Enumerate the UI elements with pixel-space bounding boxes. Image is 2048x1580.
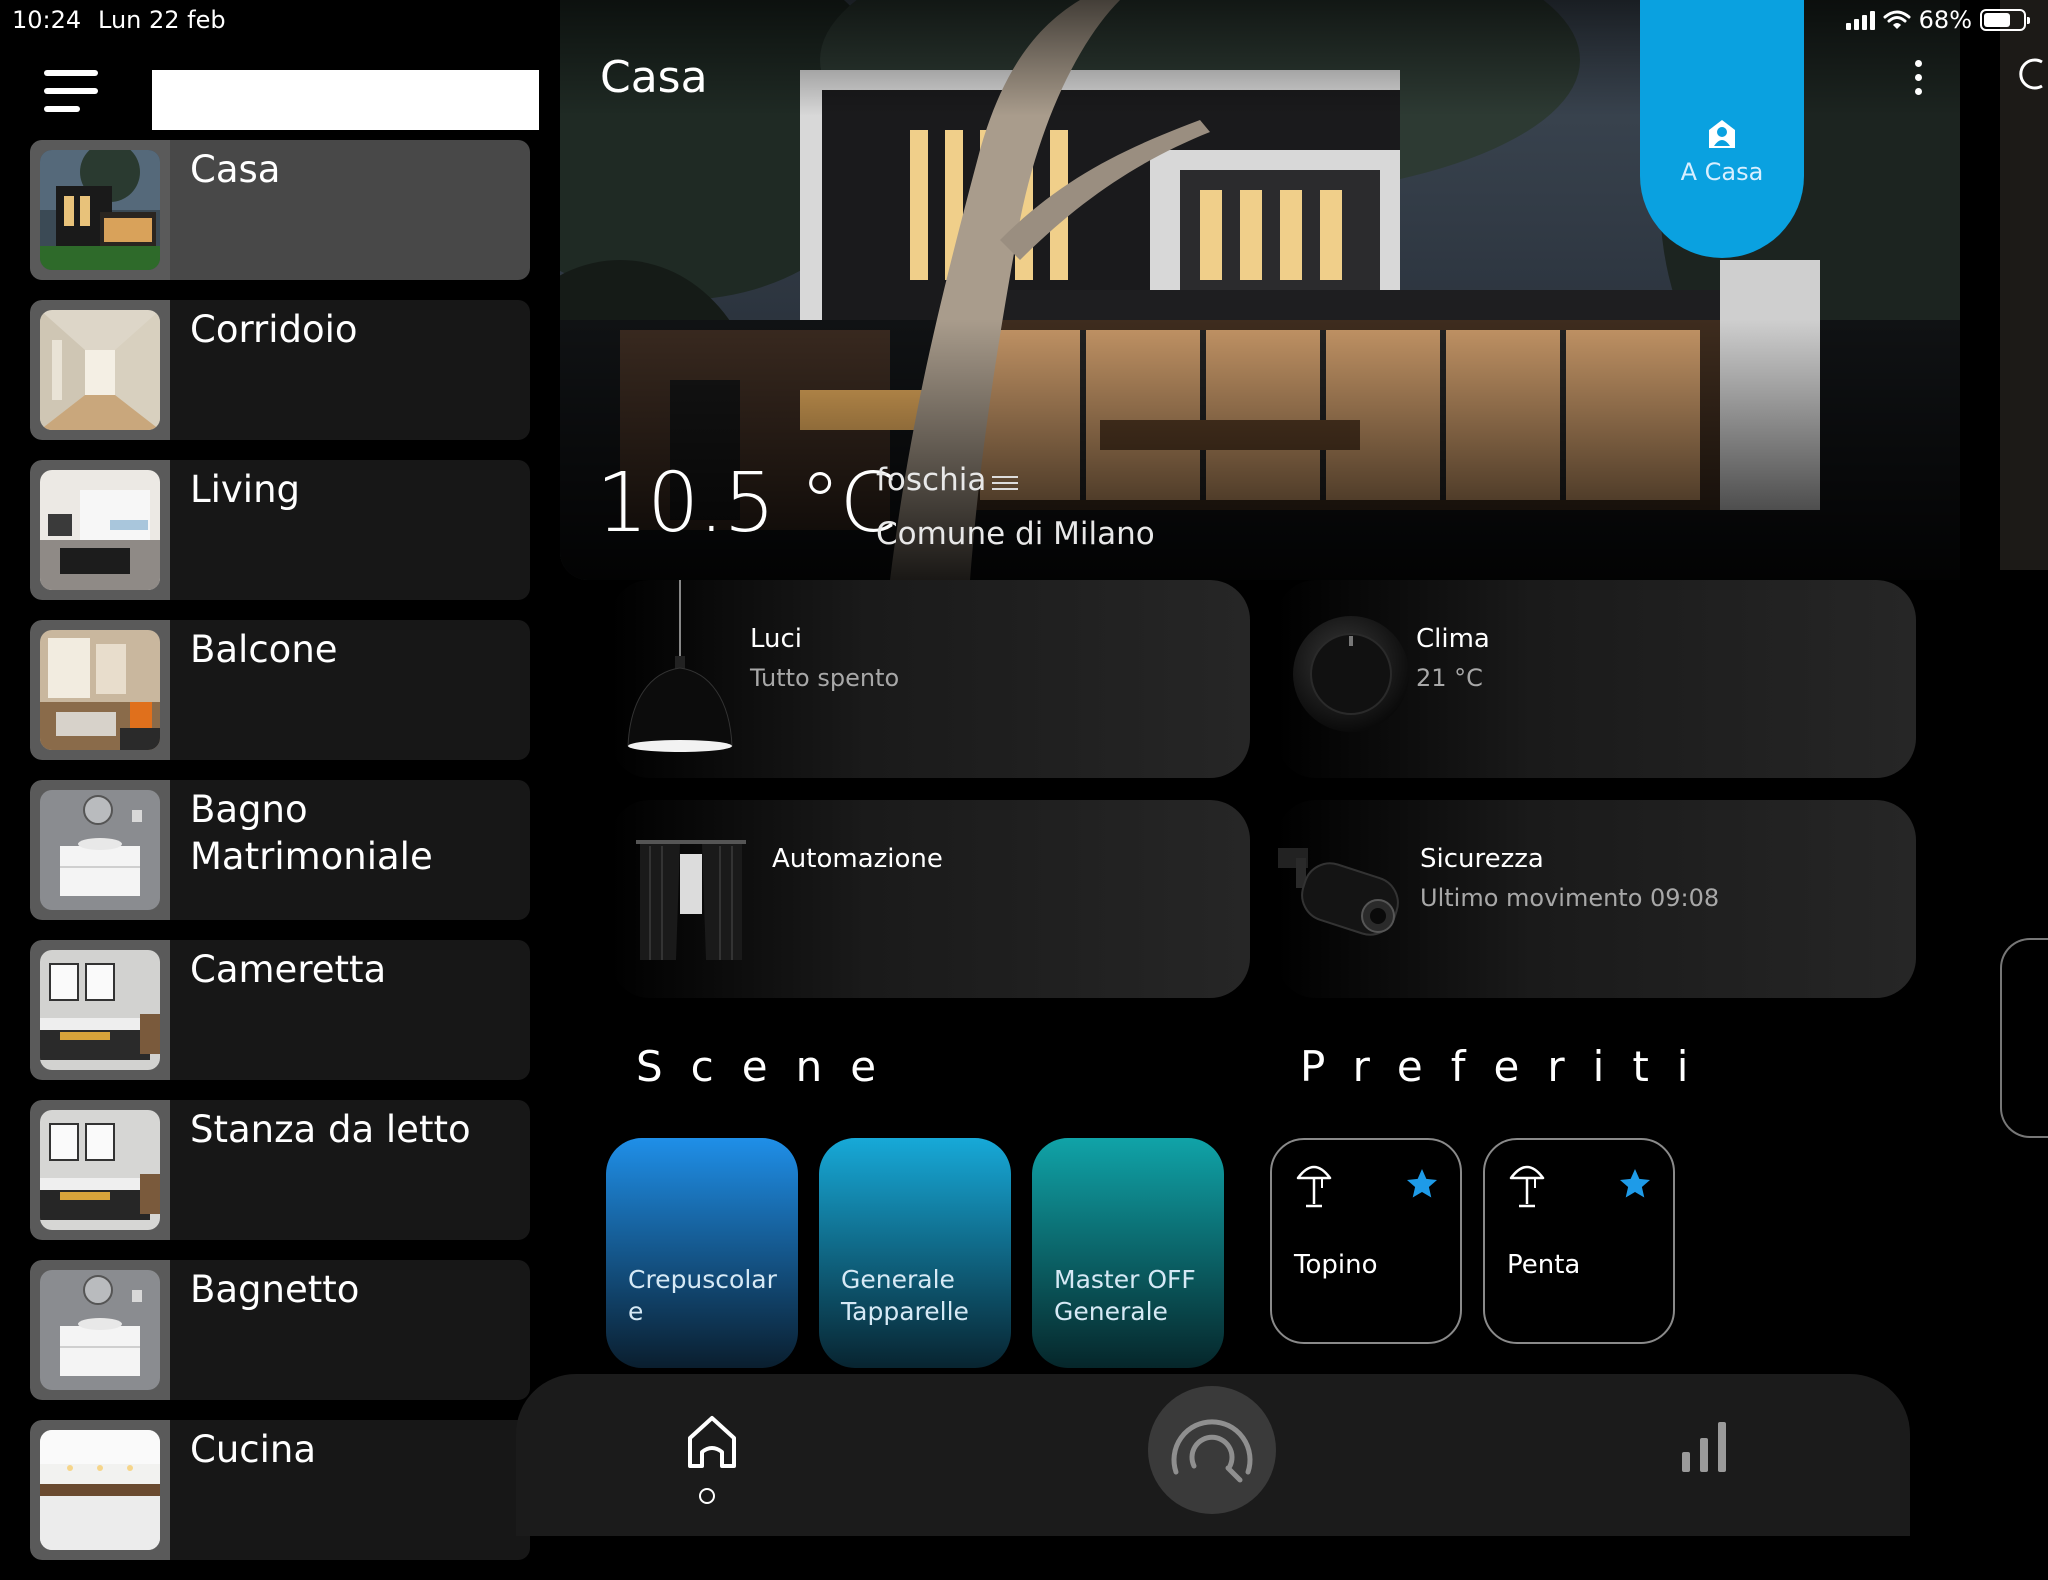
active-indicator: [699, 1488, 715, 1504]
room-name: Living: [190, 468, 301, 511]
hamburger-menu-icon[interactable]: [44, 70, 98, 114]
next-page-peek: [1998, 0, 2048, 1536]
tile-automation[interactable]: Automazione: [610, 800, 1250, 998]
fog-icon: [992, 476, 1018, 494]
room-thumbnail: [40, 310, 160, 430]
tile-climate[interactable]: Clima 21 °C: [1276, 580, 1916, 778]
status-bar: 10:24 Lun 22 feb 68%: [0, 0, 2048, 40]
room-item-cucina[interactable]: Cucina: [30, 1420, 530, 1560]
cellular-signal-icon: [1845, 10, 1875, 30]
scene-label: Master OFF Generale: [1054, 1265, 1196, 1326]
room-thumbnail: [40, 950, 160, 1070]
star-icon[interactable]: [1617, 1166, 1653, 1202]
room-name: Corridoio: [190, 308, 358, 351]
room-name: Balcone: [190, 628, 338, 671]
home-nav-icon[interactable]: [686, 1414, 738, 1494]
scene-label: Generale Tapparelle: [841, 1265, 969, 1326]
room-item-bagno-matrimoniale[interactable]: Bagno Matrimoniale: [30, 780, 530, 920]
scene-card-generale-tapparelle[interactable]: Generale Tapparelle: [819, 1138, 1011, 1368]
more-options-icon[interactable]: [1912, 58, 1924, 98]
home-person-icon: [1709, 120, 1735, 148]
pendant-lamp-icon: [627, 580, 733, 752]
scene-card-master-off-generale[interactable]: Master OFF Generale: [1032, 1138, 1224, 1368]
scenes-section-title: Scene: [636, 1042, 905, 1091]
search-input[interactable]: [152, 70, 539, 130]
favorite-label: Topino: [1294, 1250, 1378, 1280]
center-action-button[interactable]: [1148, 1386, 1276, 1514]
scene-card-crepuscolare[interactable]: Crepuscolar e: [606, 1138, 798, 1368]
room-thumbnail: [40, 150, 160, 270]
status-indicators: 68%: [1845, 6, 2030, 34]
favorites-section-title: Preferiti: [1300, 1042, 1717, 1091]
room-name: Cameretta: [190, 948, 387, 991]
room-name: Stanza da letto: [190, 1108, 471, 1151]
tile-subtitle: Tutto spento: [750, 664, 900, 692]
tile-title: Luci: [750, 624, 803, 654]
room-name: Bagnetto: [190, 1268, 360, 1311]
scene-label: Crepuscolar e: [628, 1265, 777, 1326]
room-name: Bagno Matrimoniale: [190, 788, 433, 878]
weather-condition: foschia: [876, 462, 987, 498]
room-name: Casa: [190, 148, 281, 191]
room-thumbnail: [40, 630, 160, 750]
room-list: Casa Corridoio Living Balcone Bagno Matr…: [30, 140, 530, 1580]
bottom-navigation: [516, 1374, 1910, 1536]
wifi-icon: [1883, 10, 1911, 29]
outdoor-temperature: 10.5 °C: [596, 456, 897, 551]
status-time: 10:24: [12, 6, 82, 34]
tile-title: Automazione: [772, 844, 943, 874]
hero-banner: Casa A Casa 10.5 °C foschia Comune di Mi…: [560, 0, 1960, 580]
tile-title: Clima: [1416, 624, 1490, 654]
star-icon[interactable]: [1404, 1166, 1440, 1202]
room-thumbnail: [40, 1430, 160, 1550]
room-item-balcone[interactable]: Balcone: [30, 620, 530, 760]
page-title: Casa: [600, 52, 708, 103]
room-name: Cucina: [190, 1428, 317, 1471]
table-lamp-icon: [1296, 1165, 1332, 1208]
presence-label: A Casa: [1680, 158, 1764, 186]
favorite-card-topino[interactable]: Topino: [1270, 1138, 1462, 1344]
room-item-corridoio[interactable]: Corridoio: [30, 300, 530, 440]
favorite-card-penta[interactable]: Penta: [1483, 1138, 1675, 1344]
main-panel: Casa A Casa 10.5 °C foschia Comune di Mi…: [560, 0, 1960, 1536]
room-item-bagnetto[interactable]: Bagnetto: [30, 1260, 530, 1400]
tile-subtitle: Ultimo movimento 09:08: [1420, 884, 1720, 912]
next-page-card: [2000, 938, 2048, 1138]
room-thumbnail: [40, 1110, 160, 1230]
room-thumbnail: [40, 470, 160, 590]
room-item-cameretta[interactable]: Cameretta: [30, 940, 530, 1080]
status-date: Lun 22 feb: [98, 6, 226, 34]
stats-icon[interactable]: [1678, 1418, 1734, 1474]
curtain-icon: [636, 840, 746, 960]
room-item-living[interactable]: Living: [30, 460, 530, 600]
room-thumbnail: [40, 790, 160, 910]
weather-location: Comune di Milano: [876, 516, 1155, 552]
favorite-label: Penta: [1507, 1250, 1581, 1280]
security-camera-icon: [1278, 848, 1399, 936]
sidebar: Casa Corridoio Living Balcone Bagno Matr…: [0, 40, 560, 1560]
room-thumbnail: [40, 1270, 160, 1390]
thermostat-icon: [1293, 616, 1409, 732]
tile-title: Sicurezza: [1420, 844, 1544, 874]
room-item-casa[interactable]: Casa: [30, 140, 530, 280]
tile-lights[interactable]: Luci Tutto spento: [610, 580, 1250, 778]
room-item-stanza-da-letto[interactable]: Stanza da letto: [30, 1100, 530, 1240]
tile-subtitle: 21 °C: [1416, 664, 1483, 692]
battery-icon: [1980, 9, 2030, 31]
dial-icon: [1171, 1419, 1253, 1483]
battery-percent: 68%: [1918, 6, 1972, 34]
tile-security[interactable]: Sicurezza Ultimo movimento 09:08: [1276, 800, 1916, 998]
table-lamp-icon: [1509, 1165, 1545, 1208]
